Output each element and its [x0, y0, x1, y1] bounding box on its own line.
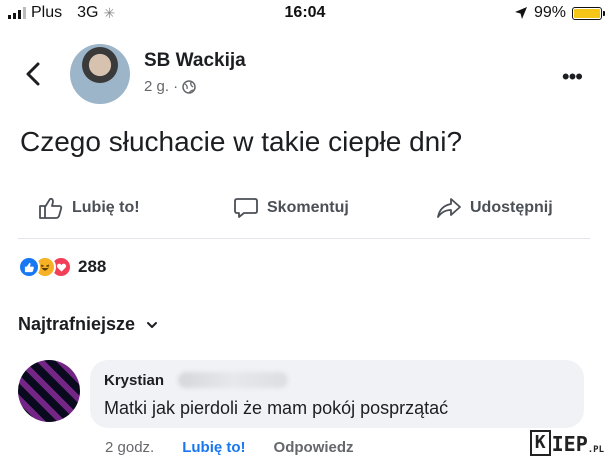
comment-bubble: Krystian Matki jak pierdoli że mam pokój…	[90, 360, 584, 428]
commenter-avatar[interactable]	[18, 360, 80, 422]
more-options-button[interactable]: •••	[562, 66, 583, 88]
back-button[interactable]	[22, 60, 46, 88]
post-meta: 2 g. ·	[144, 78, 196, 95]
location-arrow-icon	[514, 7, 527, 19]
author-name[interactable]: SB Wackija	[144, 50, 246, 72]
chevron-down-icon	[147, 321, 158, 328]
thumbs-up-icon	[39, 197, 63, 219]
status-bar-right: 99%	[514, 4, 605, 22]
battery-icon	[572, 6, 605, 20]
comment-text: Matki jak pierdoli że mam pokój posprząt…	[104, 398, 449, 418]
watermark-main: IEP	[551, 432, 588, 456]
kiep-watermark-logo: K IEP .PL	[529, 430, 604, 456]
comments-sort-label: Najtrafniejsze	[18, 314, 136, 334]
commenter-name[interactable]: Krystian	[104, 372, 164, 389]
status-bar: Plus 3G ✳ 16:04 99%	[0, 0, 610, 28]
globe-icon	[182, 79, 196, 94]
author-avatar[interactable]	[70, 44, 130, 104]
comment-like-button[interactable]: Lubię to!	[182, 439, 245, 456]
comment-footer: 2 godz. Lubię to! Odpowiedz	[105, 439, 354, 456]
like-button-label: Lubię to!	[72, 199, 140, 216]
chevron-left-icon	[26, 62, 40, 86]
like-button[interactable]: Lubię to!	[38, 196, 140, 220]
watermark-tld: .PL	[587, 445, 604, 455]
battery-fill	[574, 8, 600, 18]
facebook-post-screen: Plus 3G ✳ 16:04 99% SB Wackija 2 g. · ••…	[0, 0, 610, 463]
reaction-count: 288	[78, 257, 107, 276]
reactions-summary[interactable]: 288	[18, 256, 106, 278]
watermark-k: K	[529, 430, 551, 456]
comment-button[interactable]: Skomentuj	[233, 196, 349, 220]
post-text: Czego słuchacie w takie ciepłe dni?	[20, 126, 463, 157]
comment-reply-button[interactable]: Odpowiedz	[274, 439, 354, 456]
share-arrow-icon	[437, 198, 461, 218]
share-button[interactable]: Udostępnij	[436, 196, 553, 220]
post-time[interactable]: 2 g. ·	[144, 78, 178, 95]
post-action-bar: Lubię to! Skomentuj Udostępnij	[18, 186, 590, 239]
comments-sort-dropdown[interactable]: Najtrafniejsze	[18, 314, 159, 335]
share-button-label: Udostępnij	[470, 199, 553, 216]
censored-surname-blur	[178, 372, 288, 388]
battery-percentage: 99%	[533, 4, 566, 21]
post-header: SB Wackija 2 g. · •••	[0, 40, 610, 108]
comment-button-label: Skomentuj	[267, 199, 349, 216]
comment-bubble-icon	[234, 198, 258, 218]
like-reaction-icon	[18, 256, 40, 278]
comment-time[interactable]: 2 godz.	[105, 439, 154, 456]
